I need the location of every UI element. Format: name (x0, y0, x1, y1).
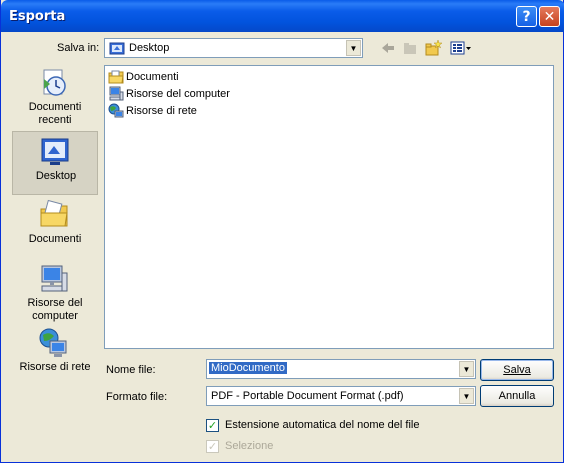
file-name-dropdown-arrow[interactable]: ▼ (459, 361, 474, 377)
close-button[interactable]: ✕ (539, 6, 560, 27)
cancel-button[interactable]: Annulla (480, 385, 554, 407)
chevron-down-icon: ▼ (462, 364, 471, 374)
auto-extension-label: Estensione automatica del nome del file (225, 419, 420, 431)
view-menu-icon (450, 41, 471, 55)
place-label: Risorse di rete (19, 361, 91, 373)
file-name: Documenti (126, 71, 179, 83)
place-label: Desktop (35, 170, 77, 182)
format-dropdown-arrow[interactable]: ▼ (459, 388, 474, 404)
desktop-icon (41, 138, 69, 165)
file-name: Risorse di rete (126, 105, 197, 117)
back-button[interactable] (378, 38, 398, 58)
place-my-computer[interactable]: Risorse del computer (12, 259, 98, 323)
file-name: Risorse del computer (126, 88, 230, 100)
format-label: Formato file: (106, 391, 168, 403)
format-value: PDF - Portable Document Format (.pdf) (211, 390, 404, 402)
recent-documents-icon (43, 69, 66, 96)
network-places-icon (39, 328, 67, 357)
list-item[interactable]: Risorse del computer (108, 86, 230, 102)
place-label: Risorse del computer (27, 297, 83, 322)
computer-icon (109, 86, 124, 101)
folder-icon (108, 70, 124, 84)
place-my-documents[interactable]: Documenti (12, 195, 98, 259)
place-label: Documenti recenti (28, 101, 82, 126)
help-button[interactable]: ? (516, 6, 537, 27)
new-folder-icon (425, 39, 442, 56)
list-item[interactable]: Documenti (108, 69, 179, 85)
format-select[interactable]: PDF - Portable Document Format (.pdf) ▼ (206, 386, 476, 406)
look-in-value: Desktop (129, 42, 170, 54)
back-arrow-icon (382, 43, 394, 53)
file-name-value: MioDocumento (209, 362, 287, 374)
place-label: Documenti (28, 233, 82, 245)
up-folder-icon (404, 43, 416, 54)
chevron-down-icon: ▼ (349, 43, 358, 53)
chevron-down-icon: ▼ (462, 391, 471, 401)
desktop-small-icon (109, 42, 125, 55)
my-computer-icon (41, 265, 68, 292)
save-button-label: Salva (503, 364, 531, 376)
place-network[interactable]: Risorse di rete (12, 323, 98, 387)
export-dialog: Esporta ? ✕ Salva in: Desktop ▼ Document… (0, 0, 564, 463)
selection-checkbox[interactable]: ✓ (206, 440, 219, 453)
file-name-field[interactable]: MioDocumento ▼ (206, 359, 476, 379)
places-bar: Documenti recenti Desktop Documenti Riso… (12, 63, 98, 388)
file-list[interactable]: Documenti Risorse del computer Risorse d… (104, 65, 554, 349)
place-desktop[interactable]: Desktop (12, 131, 98, 195)
title-bar[interactable]: Esporta ? ✕ (1, 0, 564, 32)
look-in-label: Salva in: (57, 42, 100, 54)
list-item[interactable]: Risorse di rete (108, 103, 197, 119)
save-button[interactable]: Salva (480, 359, 554, 381)
up-folder-button[interactable] (400, 38, 420, 58)
close-icon: ✕ (543, 8, 556, 25)
help-icon: ? (522, 8, 531, 25)
look-in-combo[interactable]: Desktop ▼ (104, 38, 363, 58)
place-recent-documents[interactable]: Documenti recenti (12, 63, 98, 127)
window-title: Esporta (9, 9, 66, 24)
selection-label: Selezione (225, 440, 274, 452)
auto-extension-checkbox[interactable]: ✓ (206, 419, 219, 432)
cancel-button-label: Annulla (498, 390, 536, 402)
view-menu-button[interactable] (448, 38, 474, 58)
look-in-dropdown-arrow[interactable]: ▼ (346, 40, 361, 56)
new-folder-button[interactable] (423, 38, 443, 58)
file-name-label: Nome file: (106, 364, 156, 376)
network-icon (108, 103, 124, 118)
my-documents-icon (40, 199, 68, 227)
